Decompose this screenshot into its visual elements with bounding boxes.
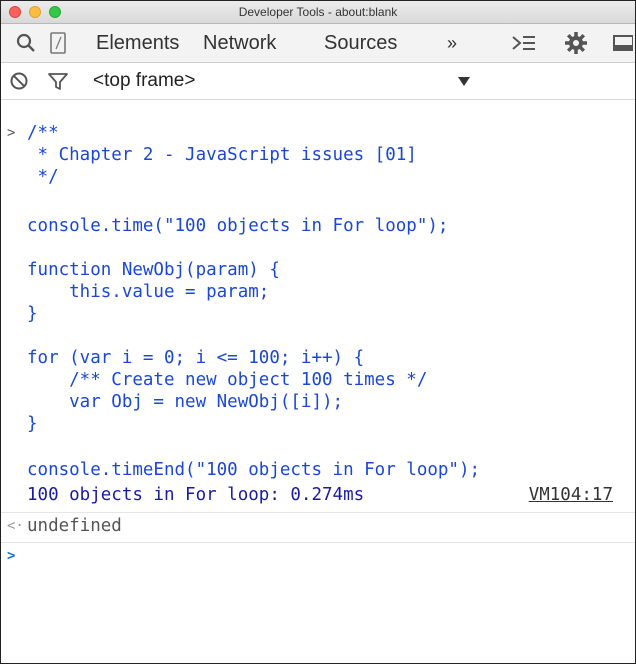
console-input-prompt-icon[interactable]: > (7, 545, 15, 567)
code-line: this.value = param; (27, 282, 270, 302)
divider (1, 512, 635, 513)
window-title: Developer Tools - about:blank (238, 5, 398, 19)
log-output: 100 objects in For loop: 0.274ms (27, 485, 365, 505)
divider (1, 542, 635, 543)
tab-network[interactable]: Network (203, 24, 276, 62)
search-icon[interactable] (15, 24, 37, 62)
gear-icon[interactable] (564, 24, 588, 62)
code-line: * Chapter 2 - JavaScript issues [01] (27, 145, 417, 165)
code-line: for (var i = 0; i <= 100; i++) { (27, 348, 365, 368)
code-line: var Obj = new NewObj([i]); (27, 392, 344, 412)
console-drawer-icon[interactable] (511, 24, 537, 62)
code-line: /** (27, 123, 59, 143)
device-mode-icon[interactable] (49, 24, 67, 62)
more-tabs-chevron-icon[interactable]: » (447, 24, 457, 62)
console-filter-bar: <top frame> (1, 63, 635, 100)
title-bar: Developer Tools - about:blank (1, 1, 635, 24)
code-line: console.time("100 objects in For loop"); (27, 216, 449, 236)
console-panel[interactable]: > /** * Chapter 2 - JavaScript issues [0… (1, 101, 635, 663)
minimize-window-button[interactable] (29, 6, 41, 18)
code-line: } (27, 304, 38, 324)
close-window-button[interactable] (9, 6, 21, 18)
code-line: function NewObj(param) { (27, 260, 280, 280)
chevron-down-icon[interactable] (458, 63, 470, 99)
tab-sources[interactable]: Sources (324, 24, 397, 62)
code-line: } (27, 414, 38, 434)
clear-console-icon[interactable] (9, 63, 29, 99)
filter-icon[interactable] (47, 63, 69, 99)
devtools-window: Developer Tools - about:blank Elements N… (0, 0, 636, 664)
code-line: */ (27, 167, 59, 187)
result-value: undefined (27, 516, 122, 536)
log-source-link[interactable]: VM104:17 (529, 484, 613, 506)
code-line: /** Create new object 100 times */ (27, 370, 428, 390)
code-line: console.timeEnd("100 objects in For loop… (27, 460, 481, 480)
dock-side-icon[interactable] (613, 24, 633, 62)
devtools-toolbar: Elements Network Sources » (1, 24, 635, 63)
frame-selector[interactable]: <top frame> (93, 63, 195, 99)
zoom-window-button[interactable] (49, 6, 61, 18)
input-prompt-icon: > (7, 125, 16, 141)
result-arrow-icon: <· (7, 518, 24, 534)
tab-elements[interactable]: Elements (96, 24, 179, 62)
